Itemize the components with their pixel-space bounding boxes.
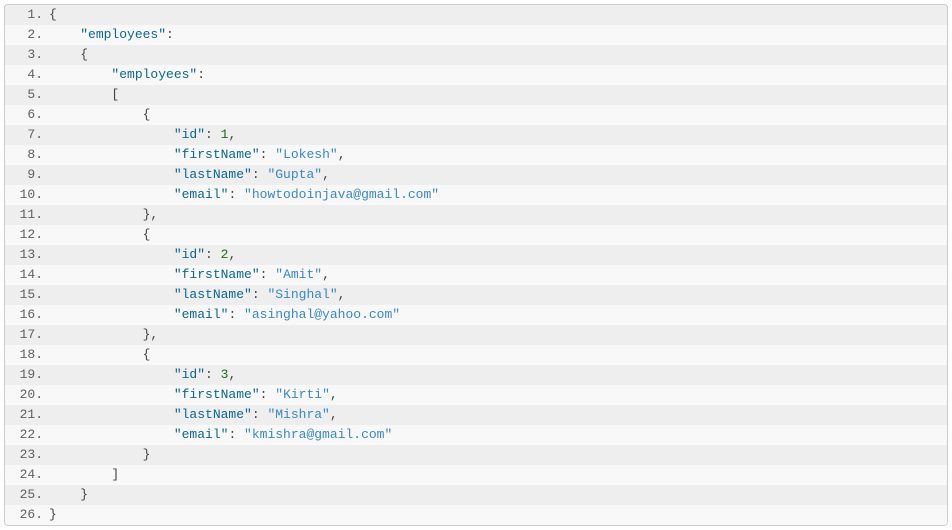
code-line: 12. { [5, 225, 947, 245]
line-number: 17. [5, 325, 49, 345]
code-content: }, [49, 325, 158, 345]
code-content: "id": 2, [49, 245, 236, 265]
code-line: 26. } [5, 505, 947, 525]
code-content: "email": "asinghal@yahoo.com" [49, 305, 400, 325]
code-content: "email": "howtodoinjava@gmail.com" [49, 185, 439, 205]
line-number: 22. [5, 425, 49, 445]
code-line: 1. { [5, 5, 947, 25]
code-line: 10. "email": "howtodoinjava@gmail.com" [5, 185, 947, 205]
code-content: { [49, 105, 150, 125]
code-content: { [49, 225, 150, 245]
code-content: }, [49, 205, 158, 225]
code-content: "employees": [49, 25, 174, 45]
code-line: 20. "firstName": "Kirti", [5, 385, 947, 405]
code-content: "email": "kmishra@gmail.com" [49, 425, 392, 445]
code-line: 9. "lastName": "Gupta", [5, 165, 947, 185]
line-number: 4. [5, 65, 49, 85]
code-block: 1. { 2. "employees": 3. { 4. "employees"… [4, 4, 948, 526]
code-line: 4. "employees": [5, 65, 947, 85]
line-number: 26. [5, 505, 49, 525]
line-number: 15. [5, 285, 49, 305]
code-line: 22. "email": "kmishra@gmail.com" [5, 425, 947, 445]
line-number: 18. [5, 345, 49, 365]
code-content: "firstName": "Kirti", [49, 385, 338, 405]
code-line: 17. }, [5, 325, 947, 345]
code-line: 6. { [5, 105, 947, 125]
code-content: "lastName": "Mishra", [49, 405, 338, 425]
code-line: 13. "id": 2, [5, 245, 947, 265]
code-content: "lastName": "Singhal", [49, 285, 345, 305]
line-number: 11. [5, 205, 49, 225]
code-content: { [49, 45, 88, 65]
code-line: 18. { [5, 345, 947, 365]
line-number: 5. [5, 85, 49, 105]
code-line: 14. "firstName": "Amit", [5, 265, 947, 285]
code-content: ] [49, 465, 119, 485]
code-line: 8. "firstName": "Lokesh", [5, 145, 947, 165]
code-content: "lastName": "Gupta", [49, 165, 330, 185]
code-content: "firstName": "Lokesh", [49, 145, 346, 165]
line-number: 3. [5, 45, 49, 65]
line-number: 21. [5, 405, 49, 425]
line-number: 16. [5, 305, 49, 325]
line-number: 2. [5, 25, 49, 45]
code-content: } [49, 485, 88, 505]
code-line: 7. "id": 1, [5, 125, 947, 145]
code-content: [ [49, 85, 119, 105]
code-line: 3. { [5, 45, 947, 65]
line-number: 23. [5, 445, 49, 465]
line-number: 7. [5, 125, 49, 145]
code-line: 23. } [5, 445, 947, 465]
line-number: 19. [5, 365, 49, 385]
code-line: 15. "lastName": "Singhal", [5, 285, 947, 305]
code-content: { [49, 345, 150, 365]
line-number: 25. [5, 485, 49, 505]
line-number: 6. [5, 105, 49, 125]
code-content: "employees": [49, 65, 205, 85]
line-number: 12. [5, 225, 49, 245]
line-number: 8. [5, 145, 49, 165]
code-line: 5. [ [5, 85, 947, 105]
code-content: "id": 3, [49, 365, 236, 385]
line-number: 20. [5, 385, 49, 405]
code-line: 24. ] [5, 465, 947, 485]
line-number: 13. [5, 245, 49, 265]
line-number: 9. [5, 165, 49, 185]
code-line: 11. }, [5, 205, 947, 225]
code-content: } [49, 505, 57, 525]
code-line: 19. "id": 3, [5, 365, 947, 385]
code-line: 25. } [5, 485, 947, 505]
code-content: "firstName": "Amit", [49, 265, 330, 285]
code-content: } [49, 445, 150, 465]
line-number: 24. [5, 465, 49, 485]
code-line: 21. "lastName": "Mishra", [5, 405, 947, 425]
line-number: 14. [5, 265, 49, 285]
code-line: 16. "email": "asinghal@yahoo.com" [5, 305, 947, 325]
line-number: 1. [5, 5, 49, 25]
line-number: 10. [5, 185, 49, 205]
code-content: "id": 1, [49, 125, 236, 145]
code-line: 2. "employees": [5, 25, 947, 45]
code-content: { [49, 5, 57, 25]
